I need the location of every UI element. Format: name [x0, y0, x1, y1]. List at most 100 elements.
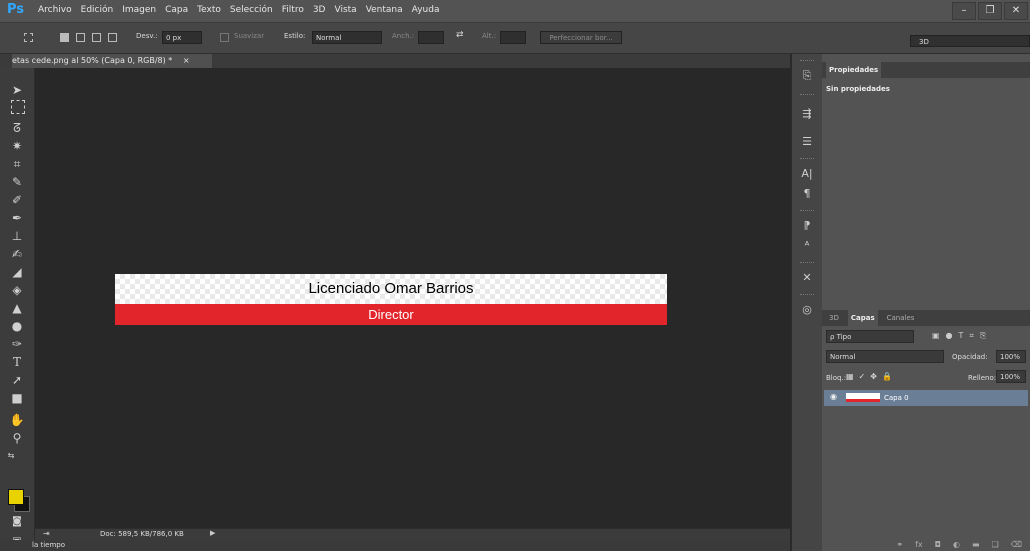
healing-brush-tool-icon[interactable]: ✐	[9, 192, 25, 208]
pen-tool-icon[interactable]: ✑	[9, 336, 25, 352]
close-button[interactable]: ✕	[1004, 2, 1028, 20]
layer-name: Capa 0	[884, 394, 909, 402]
delete-layer-icon[interactable]: ⌫	[1011, 540, 1022, 551]
document-tab[interactable]: etas cede.png al 50% (Capa 0, RGB/8) * ×	[12, 54, 212, 68]
actions-panel-icon[interactable]: ⇶	[798, 106, 816, 122]
canvas-area[interactable]: Licenciado Omar Barrios Director	[35, 68, 790, 528]
intersect-selection-icon[interactable]	[108, 33, 117, 42]
layer-filter-icons[interactable]: ▣●T⌗⎘	[932, 331, 992, 341]
restore-button[interactable]: ❐	[978, 2, 1002, 20]
menu-ventana[interactable]: Ventana	[366, 5, 403, 15]
new-layer-icon[interactable]: ❏	[992, 540, 999, 551]
character-styles-icon[interactable]: ᴬ	[798, 238, 816, 254]
menu-3d[interactable]: 3D	[313, 5, 326, 15]
menu-ayuda[interactable]: Ayuda	[412, 5, 440, 15]
new-group-icon[interactable]: ▬	[972, 540, 980, 551]
blur-tool-icon[interactable]: ▲	[9, 300, 25, 316]
layers-panel-tabs: 3D Capas Canales	[822, 310, 1030, 326]
properties-panel-tabs: Propiedades	[822, 62, 1030, 78]
new-selection-icon[interactable]	[60, 33, 69, 42]
height-input[interactable]	[500, 31, 526, 44]
add-mask-icon[interactable]: ◘	[935, 540, 941, 551]
menu-edicion[interactable]: Edición	[81, 5, 114, 15]
fill-input[interactable]: 100%	[996, 370, 1026, 383]
dock-grip[interactable]	[800, 210, 814, 213]
layer-actions: ⚭ fx ◘ ◐ ▬ ❏ ⌫	[822, 540, 1030, 551]
dock-grip[interactable]	[800, 60, 814, 63]
fill-label: Relleno:	[968, 374, 997, 382]
tab-canales[interactable]: Canales	[884, 310, 918, 326]
character-panel-icon[interactable]: A|	[798, 166, 816, 182]
options-bar: Desv.: 0 px Suavizar Estilo: Normal Anch…	[0, 23, 1030, 54]
path-selection-tool-icon[interactable]: ➚	[9, 372, 25, 388]
lock-icons[interactable]: ▦✓✥🔒	[846, 372, 897, 381]
swap-icon[interactable]: ⇄	[456, 30, 464, 40]
move-tool-icon[interactable]: ➤	[9, 82, 25, 98]
crop-tool-icon[interactable]: ⌗	[9, 156, 25, 172]
eyedropper-tool-icon[interactable]: ✎	[9, 174, 25, 190]
tool-presets-icon[interactable]: ✕	[798, 270, 816, 286]
quick-mask-icon[interactable]: ◙	[9, 514, 25, 530]
document-tab-bar: etas cede.png al 50% (Capa 0, RGB/8) * ×	[0, 54, 790, 68]
history-panel-icon[interactable]: ⎘	[798, 68, 816, 84]
menu-filtro[interactable]: Filtro	[282, 5, 304, 15]
tab-close-icon[interactable]: ×	[183, 56, 190, 65]
dock-grip[interactable]	[800, 294, 814, 297]
style-label: Estilo:	[284, 32, 306, 40]
link-layers-icon[interactable]: ⚭	[896, 540, 903, 551]
dock-grip[interactable]	[800, 94, 814, 97]
feather-input[interactable]: 0 px	[162, 31, 202, 44]
clone-stamp-tool-icon[interactable]: ⊥	[9, 228, 25, 244]
refine-edge-button[interactable]: Perfeccionar bor...	[540, 31, 622, 44]
dodge-tool-icon[interactable]: ●	[9, 318, 25, 334]
rectangle-tool-icon[interactable]: ■	[9, 390, 25, 406]
zoom-tool-icon[interactable]: ⚲	[9, 430, 25, 446]
minimize-button[interactable]: –	[952, 2, 976, 20]
dock-grip[interactable]	[800, 262, 814, 265]
foreground-color-swatch[interactable]	[8, 489, 24, 505]
style-select[interactable]: Normal	[312, 31, 382, 44]
tab-3d[interactable]: 3D	[826, 310, 842, 326]
paint-bucket-tool-icon[interactable]: ◈	[9, 282, 25, 298]
magic-wand-tool-icon[interactable]: ✷	[9, 138, 25, 154]
paragraph-panel-icon[interactable]: ¶	[798, 186, 816, 202]
export-icon[interactable]: ⇥	[43, 529, 50, 538]
menu-vista[interactable]: Vista	[334, 5, 356, 15]
eraser-tool-icon[interactable]: ◢	[9, 264, 25, 280]
menu-texto[interactable]: Texto	[197, 5, 221, 15]
paragraph-styles-icon[interactable]: ⁋	[798, 218, 816, 234]
opacity-input[interactable]: 100%	[996, 350, 1026, 363]
swap-colors-icon[interactable]: ⇆	[3, 448, 19, 464]
antialias-checkbox[interactable]	[220, 33, 229, 42]
brush-tool-icon[interactable]: ✒	[9, 210, 25, 226]
height-label: Alt.:	[482, 32, 497, 40]
status-menu-arrow-icon[interactable]: ▶	[210, 529, 215, 537]
menu-capa[interactable]: Capa	[165, 5, 188, 15]
tab-propiedades[interactable]: Propiedades	[826, 62, 882, 78]
add-selection-icon[interactable]	[76, 33, 85, 42]
visibility-eye-icon[interactable]: ◉	[830, 392, 837, 401]
layer-style-icon[interactable]: fx	[915, 540, 923, 551]
window-controls: – ❐ ✕	[952, 2, 1028, 20]
layer-filter-select[interactable]: ρ Tipo	[826, 330, 914, 343]
dock-grip[interactable]	[800, 158, 814, 161]
menu-imagen[interactable]: Imagen	[122, 5, 156, 15]
menu-seleccion[interactable]: Selección	[230, 5, 273, 15]
type-tool-icon[interactable]: T	[9, 354, 25, 370]
timeline-panel-tab[interactable]: la tiempo	[0, 540, 790, 551]
width-input[interactable]	[418, 31, 444, 44]
menu-archivo[interactable]: Archivo	[38, 5, 72, 15]
history-brush-tool-icon[interactable]: ✍	[9, 246, 25, 262]
layer-row[interactable]: ◉ Capa 0	[824, 390, 1028, 406]
hand-tool-icon[interactable]: ✋	[9, 412, 25, 428]
tab-capas[interactable]: Capas	[847, 310, 878, 326]
workspace-select[interactable]: 3D	[910, 35, 1030, 47]
subtract-selection-icon[interactable]	[92, 33, 101, 42]
3d-panel-icon[interactable]: ◎	[798, 302, 816, 318]
lasso-tool-icon[interactable]: ᘔ	[9, 120, 25, 136]
marquee-tool-icon[interactable]	[11, 100, 25, 114]
adjustments-panel-icon[interactable]: ☰	[798, 134, 816, 150]
marquee-tool-preset-icon[interactable]	[24, 33, 33, 42]
blend-mode-select[interactable]: Normal	[826, 350, 944, 363]
adjustment-layer-icon[interactable]: ◐	[953, 540, 960, 551]
